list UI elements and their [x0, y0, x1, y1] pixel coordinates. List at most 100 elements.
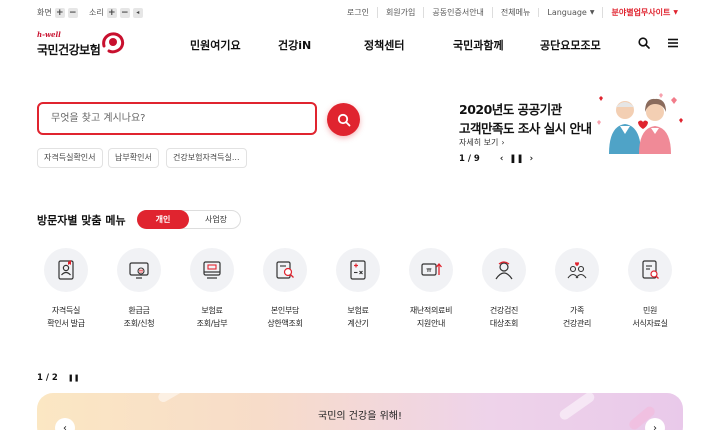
zoom-in-button[interactable]: + [54, 7, 65, 18]
limit-icon [276, 261, 294, 279]
banner-illustration [597, 93, 683, 154]
services-pager: 1 / 2 ❚❚ [37, 373, 80, 383]
search-box [37, 102, 317, 135]
service-label: 재난적의료비지원안내 [401, 304, 461, 330]
signup-link[interactable]: 회원가입 [376, 7, 423, 18]
service-label-line2: 서식자료실 [632, 319, 668, 328]
nav-with-people[interactable]: 국민과함께 [453, 37, 504, 53]
nav-policy-center[interactable]: 정책센터 [364, 37, 404, 53]
refund-icon: ₩ [129, 262, 149, 279]
sound-up-button[interactable]: + [106, 7, 117, 18]
chevron-right-icon: › [653, 422, 657, 430]
utility-links: 로그인 회원가입 공동인증서안내 전체메뉴 Language ▼ 분야별업무사이… [339, 7, 686, 18]
premium-icon [203, 261, 221, 279]
service-label-line1: 건강검진 [489, 306, 519, 315]
quick-keyword-chip[interactable]: 납부확인서 [108, 148, 159, 168]
search-button[interactable] [327, 103, 360, 136]
service-premium[interactable]: 보험료 조회/납부 [182, 248, 242, 330]
search-icon[interactable] [638, 37, 650, 49]
prev-arrow-icon[interactable]: ‹ [500, 154, 504, 164]
promo-banner-text: 국민의 건강을 위해! [318, 411, 402, 422]
sound-control: 소리 + − ◂ [89, 7, 143, 18]
zoom-label: 화면 [37, 8, 52, 17]
service-label: 보험료계산기 [328, 304, 388, 330]
service-icon-wrap [44, 248, 88, 292]
service-label-line2: 계산기 [347, 319, 369, 328]
promo-banner[interactable]: 국민의 건강을 위해! ‹ › [37, 393, 683, 430]
service-label-line1: 보험료 [201, 306, 223, 315]
service-refund[interactable]: ₩ 환급금 조회/신청 [109, 248, 169, 330]
search-input[interactable] [39, 104, 315, 133]
support-icon: ₩ [421, 262, 442, 276]
banner-title-line2: 고객만족도 조사 실시 안내 [459, 121, 592, 136]
visitor-menu-title: 방문자별 맞춤 메뉴 [37, 214, 126, 227]
document-icon [642, 260, 659, 279]
service-icon-wrap [190, 248, 234, 292]
service-icon-wrap [263, 248, 307, 292]
service-limit[interactable]: 본인부담 상한액조회 [255, 248, 315, 330]
nav-health-in[interactable]: 건강iN [278, 37, 311, 53]
banner-more-label: 자세히 보기 [459, 138, 499, 147]
next-arrow-icon[interactable]: › [530, 154, 534, 164]
login-link[interactable]: 로그인 [339, 7, 377, 18]
service-label-line2: 조회/신청 [123, 319, 155, 328]
service-documents[interactable]: 민원서식자료실 [620, 248, 680, 330]
service-label: 가족 건강관리 [547, 304, 607, 330]
logo-hwell: h-well [37, 30, 61, 39]
service-icon-wrap [482, 248, 526, 292]
pause-icon[interactable]: ❚❚ [68, 374, 80, 382]
chevron-left-icon: ‹ [63, 422, 67, 430]
service-label-line1: 자격득실 [51, 306, 81, 315]
language-label: Language [547, 8, 587, 17]
zoom-out-button[interactable]: − [67, 7, 78, 18]
certificate-icon [58, 260, 74, 280]
menu-icon[interactable] [667, 37, 679, 49]
service-label-line1: 보험료 [347, 306, 369, 315]
pause-icon[interactable]: ❚❚ [509, 154, 523, 164]
chevron-right-icon: › [501, 138, 505, 147]
service-label-line1: 재난적의료비 [409, 306, 453, 315]
tab-individual[interactable]: 개인 [137, 210, 189, 229]
service-support[interactable]: ₩ 재난적의료비지원안내 [401, 248, 461, 330]
all-menu-link[interactable]: 전체메뉴 [491, 7, 538, 18]
service-calculator[interactable]: 보험료계산기 [328, 248, 388, 330]
banner-title-line1: 2020년도 공공기관 [459, 102, 562, 117]
quick-keyword-chip[interactable]: 건강보험자격득실... [166, 148, 247, 168]
service-certificate[interactable]: 자격득실확인서 발급 [36, 248, 96, 330]
svg-text:₩: ₩ [139, 269, 143, 274]
affiliated-sites-label: 분야별업무사이트 [611, 8, 671, 17]
service-checkup[interactable]: 건강검진 대상조회 [474, 248, 534, 330]
nav-about[interactable]: 공단요모조모 [540, 37, 601, 53]
service-icon-wrap [628, 248, 672, 292]
service-label: 보험료 조회/납부 [182, 304, 242, 330]
language-select[interactable]: Language ▼ [538, 8, 602, 17]
family-icon [567, 262, 587, 279]
caret-down-icon: ▼ [589, 9, 595, 16]
logo-mark-icon [102, 32, 125, 54]
quick-keyword-chip[interactable]: 자격득실확인서 [37, 148, 103, 168]
service-label-line2: 지원안내 [416, 319, 446, 328]
banner-page-indicator: 1 / 9 [459, 154, 480, 164]
checkup-icon [495, 261, 513, 280]
banner-pager: 1 / 9 ‹ ❚❚ › [459, 154, 533, 164]
service-label: 환급금 조회/신청 [109, 304, 169, 330]
sound-play-button[interactable]: ◂ [132, 7, 143, 18]
banner-more-link[interactable]: 자세히 보기 › [459, 137, 505, 148]
tab-business[interactable]: 사업장 [191, 210, 241, 229]
caret-down-icon: ▼ [673, 9, 678, 16]
sound-down-button[interactable]: − [119, 7, 130, 18]
nav-civil-service[interactable]: 민원여기요 [190, 37, 241, 53]
svg-text:₩: ₩ [427, 268, 432, 274]
service-label-line1: 민원 [642, 306, 658, 315]
service-family[interactable]: 가족 건강관리 [547, 248, 607, 330]
calculator-icon [350, 260, 366, 280]
service-icon-wrap [555, 248, 599, 292]
service-label: 본인부담 상한액조회 [255, 304, 315, 330]
service-label-line2: 확인서 발급 [47, 319, 85, 328]
service-icon-wrap: ₩ [117, 248, 161, 292]
site-logo[interactable]: h-well 국민건강보험 [37, 30, 127, 60]
service-icon-wrap [336, 248, 380, 292]
affiliated-sites-select[interactable]: 분야별업무사이트 ▼ [602, 7, 686, 18]
certificate-guide-link[interactable]: 공동인증서안내 [423, 7, 492, 18]
decor-stroke [156, 393, 188, 404]
